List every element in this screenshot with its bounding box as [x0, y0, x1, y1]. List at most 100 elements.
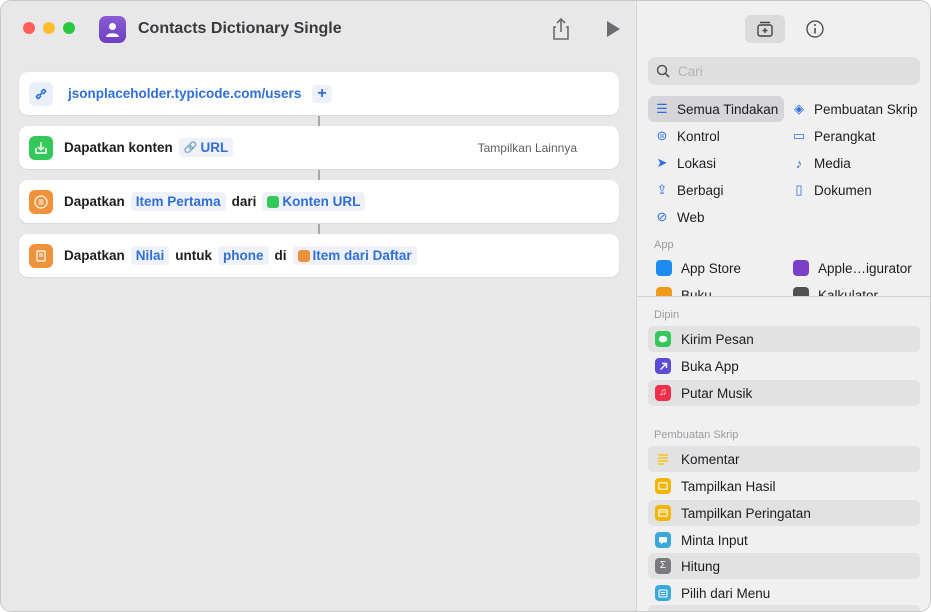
category-label: Semua Tindakan [677, 101, 779, 117]
category-all-actions[interactable]: ☰ Semua Tindakan [648, 96, 784, 122]
app-label: App Store [681, 260, 742, 276]
download-icon [267, 195, 280, 208]
editor-pane: Contacts Dictionary Single jsonplacehold… [1, 1, 636, 611]
search-bar[interactable] [648, 57, 920, 85]
search-input[interactable] [678, 63, 898, 79]
app-item-app-store[interactable]: App Store [656, 260, 741, 276]
display-icon: ▭ [792, 128, 806, 143]
category-documents[interactable]: ▯ Dokumen [785, 177, 872, 203]
variable-label: Konten URL [282, 194, 361, 209]
category-label: Web [677, 209, 705, 225]
category-label: Perangkat [814, 128, 876, 144]
category-label: Pembuatan Skrip [814, 101, 918, 117]
scripting-item-comment[interactable]: Komentar [648, 446, 920, 472]
next-list-row [648, 605, 920, 611]
item-param-token[interactable]: Item Pertama [130, 192, 226, 211]
category-sharing[interactable]: ⇪ Berbagi [648, 177, 724, 203]
url-param-token[interactable]: 🔗 URL [178, 138, 234, 157]
list-icon [29, 189, 53, 214]
scripting-item-show-result[interactable]: Tampilkan Hasil [648, 473, 920, 499]
scripting-item-ask-input[interactable]: Minta Input [648, 527, 920, 553]
window-title[interactable]: Contacts Dictionary Single [138, 20, 342, 38]
zoom-button[interactable] [63, 22, 75, 34]
link-icon: 🔗 [183, 142, 198, 154]
get-value-action[interactable]: Dapatkan Nilai untuk phone di Item dari … [19, 234, 619, 277]
variable-token[interactable]: Item dari Daftar [292, 246, 417, 265]
app-item-apple-configurator[interactable]: Apple…igurator [793, 260, 912, 276]
input-bubble-icon [655, 532, 671, 548]
pinned-item-play-music[interactable]: ♫ Putar Musik [648, 380, 920, 406]
document-icon: ▯ [795, 182, 803, 197]
app-list: App Store Apple…igurator Buku Kalkulator [637, 249, 930, 297]
link-icon [29, 81, 53, 106]
messages-icon [655, 331, 671, 347]
connector-word: untuk [175, 248, 213, 263]
action-library: ☰ Semua Tindakan ◈ Pembuatan Skrip ⊜ Kon… [636, 1, 930, 611]
get-item-action[interactable]: Dapatkan Item Pertama dari Konten URL [19, 180, 619, 223]
contact-shortcut-icon[interactable] [99, 16, 126, 43]
app-label: Apple…igurator [818, 260, 912, 276]
category-media[interactable]: ♪ Media [785, 150, 851, 176]
info-tab[interactable] [795, 15, 835, 43]
music-note-icon: ♪ [795, 155, 803, 171]
open-app-arrow-icon [655, 358, 671, 374]
toggle-icon: ⊜ [656, 128, 668, 143]
connector-word: di [274, 248, 287, 263]
script-icon: ◈ [794, 101, 804, 116]
url-param-label: URL [200, 140, 229, 155]
url-action[interactable]: jsonplaceholder.typicode.com/users + [19, 72, 619, 115]
window-controls [23, 22, 75, 34]
compass-icon: ⊘ [656, 209, 668, 224]
show-more-button[interactable]: Tampilkan Lainnya [478, 141, 577, 155]
category-scripting[interactable]: ◈ Pembuatan Skrip [785, 96, 918, 122]
category-web[interactable]: ⊘ Web [648, 204, 705, 230]
item-label: Kirim Pesan [681, 331, 754, 347]
pinned-item-send-message[interactable]: Kirim Pesan [648, 326, 920, 352]
location-arrow-icon: ➤ [656, 155, 668, 170]
scripting-item-choose-menu[interactable]: Pilih dari Menu [648, 580, 920, 606]
show-result-icon [655, 478, 671, 494]
get-contents-action[interactable]: Dapatkan konten 🔗 URL Tampilkan Lainnya [19, 126, 619, 169]
section-label-pinned: Dipin [654, 309, 680, 321]
scripting-item-show-alert[interactable]: Tampilkan Peringatan [648, 500, 920, 526]
variable-label: Item dari Daftar [312, 248, 412, 263]
category-label: Dokumen [814, 182, 872, 198]
list-icon: ☰ [656, 101, 668, 116]
pane-divider[interactable] [637, 296, 930, 297]
flow-connector [318, 116, 320, 126]
download-icon [29, 135, 53, 160]
sigma-icon: Σ [655, 558, 671, 574]
search-icon [656, 64, 670, 78]
add-url-button[interactable]: + [312, 84, 332, 103]
item-label: Minta Input [681, 532, 748, 548]
action-label: Dapatkan konten [64, 140, 173, 155]
url-token[interactable]: jsonplaceholder.typicode.com/users [68, 84, 306, 103]
item-label: Tampilkan Peringatan [681, 505, 811, 521]
comment-lines-icon [655, 451, 671, 467]
category-label: Kontrol [677, 128, 720, 144]
category-label: Media [814, 155, 851, 171]
category-control[interactable]: ⊜ Kontrol [648, 123, 720, 149]
scripting-item-calculate[interactable]: Σ Hitung [648, 553, 920, 579]
connector-word: dari [231, 194, 257, 209]
app-store-icon [656, 260, 672, 276]
share-icon: ⇪ [656, 182, 668, 197]
item-label: Pilih dari Menu [681, 585, 771, 601]
category-device[interactable]: ▭ Perangkat [785, 123, 876, 149]
action-label: Dapatkan [64, 194, 125, 209]
close-button[interactable] [23, 22, 35, 34]
music-note-icon: ♫ [655, 385, 671, 401]
key-param-token[interactable]: phone [218, 246, 269, 265]
share-icon[interactable] [550, 17, 572, 41]
category-location[interactable]: ➤ Lokasi [648, 150, 716, 176]
minimize-button[interactable] [43, 22, 55, 34]
item-label: Tampilkan Hasil [681, 478, 776, 494]
list-icon [297, 249, 310, 262]
value-param-token[interactable]: Nilai [130, 246, 170, 265]
action-library-tab[interactable] [745, 15, 785, 43]
category-label: Berbagi [677, 182, 724, 198]
run-icon[interactable] [605, 20, 621, 38]
pinned-item-open-app[interactable]: Buka App [648, 353, 920, 379]
variable-token[interactable]: Konten URL [262, 192, 366, 211]
item-label: Buka App [681, 358, 739, 374]
